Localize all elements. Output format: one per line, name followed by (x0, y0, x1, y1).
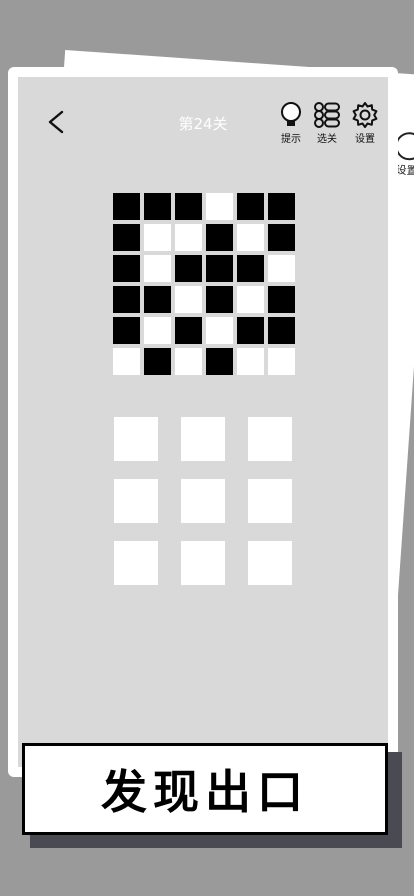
lightbulb-icon (281, 102, 301, 126)
puzzle-cell (206, 317, 233, 344)
puzzle-cell (113, 224, 140, 251)
puzzle-cell (237, 317, 264, 344)
choice-tile[interactable] (114, 479, 158, 523)
choice-tile[interactable] (248, 479, 292, 523)
puzzle-cell (175, 255, 202, 282)
hint-label: 提示 (281, 134, 301, 145)
puzzle-cell (237, 224, 264, 251)
puzzle-cell (144, 286, 171, 313)
puzzle-cell (144, 224, 171, 251)
puzzle-cell (237, 255, 264, 282)
find-exit-banner[interactable]: 发现出口 (22, 743, 388, 835)
puzzle-cell (113, 255, 140, 282)
choice-tile[interactable] (181, 479, 225, 523)
puzzle-cell (268, 224, 295, 251)
puzzle-cell (237, 286, 264, 313)
puzzle-cell (206, 286, 233, 313)
puzzle-cell (268, 193, 295, 220)
puzzle-cell (268, 255, 295, 282)
list-icon (314, 102, 340, 128)
puzzle-cell (175, 193, 202, 220)
puzzle-cell (237, 348, 264, 375)
hint-button[interactable]: 提示 (273, 101, 309, 145)
puzzle-cell (175, 286, 202, 313)
puzzle-cell (144, 255, 171, 282)
puzzle-cell (113, 286, 140, 313)
puzzle-cell (268, 317, 295, 344)
game-panel: 第24关 提示 选关 设置 (18, 77, 388, 767)
levels-label: 选关 (317, 134, 337, 145)
choice-tile[interactable] (248, 541, 292, 585)
puzzle-cell (268, 348, 295, 375)
puzzle-cell (144, 348, 171, 375)
puzzle-cell (206, 193, 233, 220)
puzzle-cell (237, 193, 264, 220)
banner-text: 发现出口 (101, 765, 309, 819)
choice-tile[interactable] (114, 541, 158, 585)
puzzle-cell (113, 193, 140, 220)
puzzle-cell (175, 317, 202, 344)
settings-label: 设置 (355, 134, 375, 145)
choice-tile[interactable] (248, 417, 292, 461)
puzzle-cell (206, 348, 233, 375)
choice-tile[interactable] (181, 417, 225, 461)
puzzle-cell (206, 255, 233, 282)
puzzle-cell (144, 317, 171, 344)
choice-tile[interactable] (114, 417, 158, 461)
puzzle-cell (175, 348, 202, 375)
puzzle-cell (113, 348, 140, 375)
settings-button[interactable]: 设置 (347, 101, 383, 145)
game-card: 第24关 提示 选关 设置 (8, 67, 398, 777)
puzzle-cell (206, 224, 233, 251)
puzzle-cell (144, 193, 171, 220)
puzzle-grid (113, 193, 297, 377)
choice-grid (114, 417, 292, 587)
puzzle-cell (268, 286, 295, 313)
choice-tile[interactable] (181, 541, 225, 585)
puzzle-cell (175, 224, 202, 251)
level-select-button[interactable]: 选关 (309, 101, 345, 145)
gear-icon (352, 102, 378, 128)
puzzle-cell (113, 317, 140, 344)
